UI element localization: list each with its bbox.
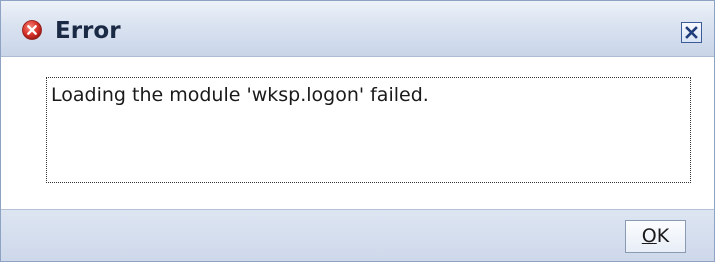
dialog-footer: OK bbox=[1, 209, 714, 261]
dialog-title: Error bbox=[55, 18, 121, 44]
close-icon bbox=[685, 26, 698, 39]
ok-label: K bbox=[656, 225, 670, 247]
dialog-titlebar[interactable]: Error bbox=[1, 1, 714, 57]
error-icon bbox=[22, 20, 42, 40]
message-box: Loading the module 'wksp.logon' failed. bbox=[46, 77, 691, 183]
error-dialog: Error Loading the module 'wksp.logon' fa… bbox=[0, 0, 715, 262]
ok-button[interactable]: OK bbox=[625, 220, 686, 253]
close-button[interactable] bbox=[681, 22, 702, 43]
error-message: Loading the module 'wksp.logon' failed. bbox=[51, 84, 429, 106]
ok-mnemonic: O bbox=[641, 225, 657, 247]
